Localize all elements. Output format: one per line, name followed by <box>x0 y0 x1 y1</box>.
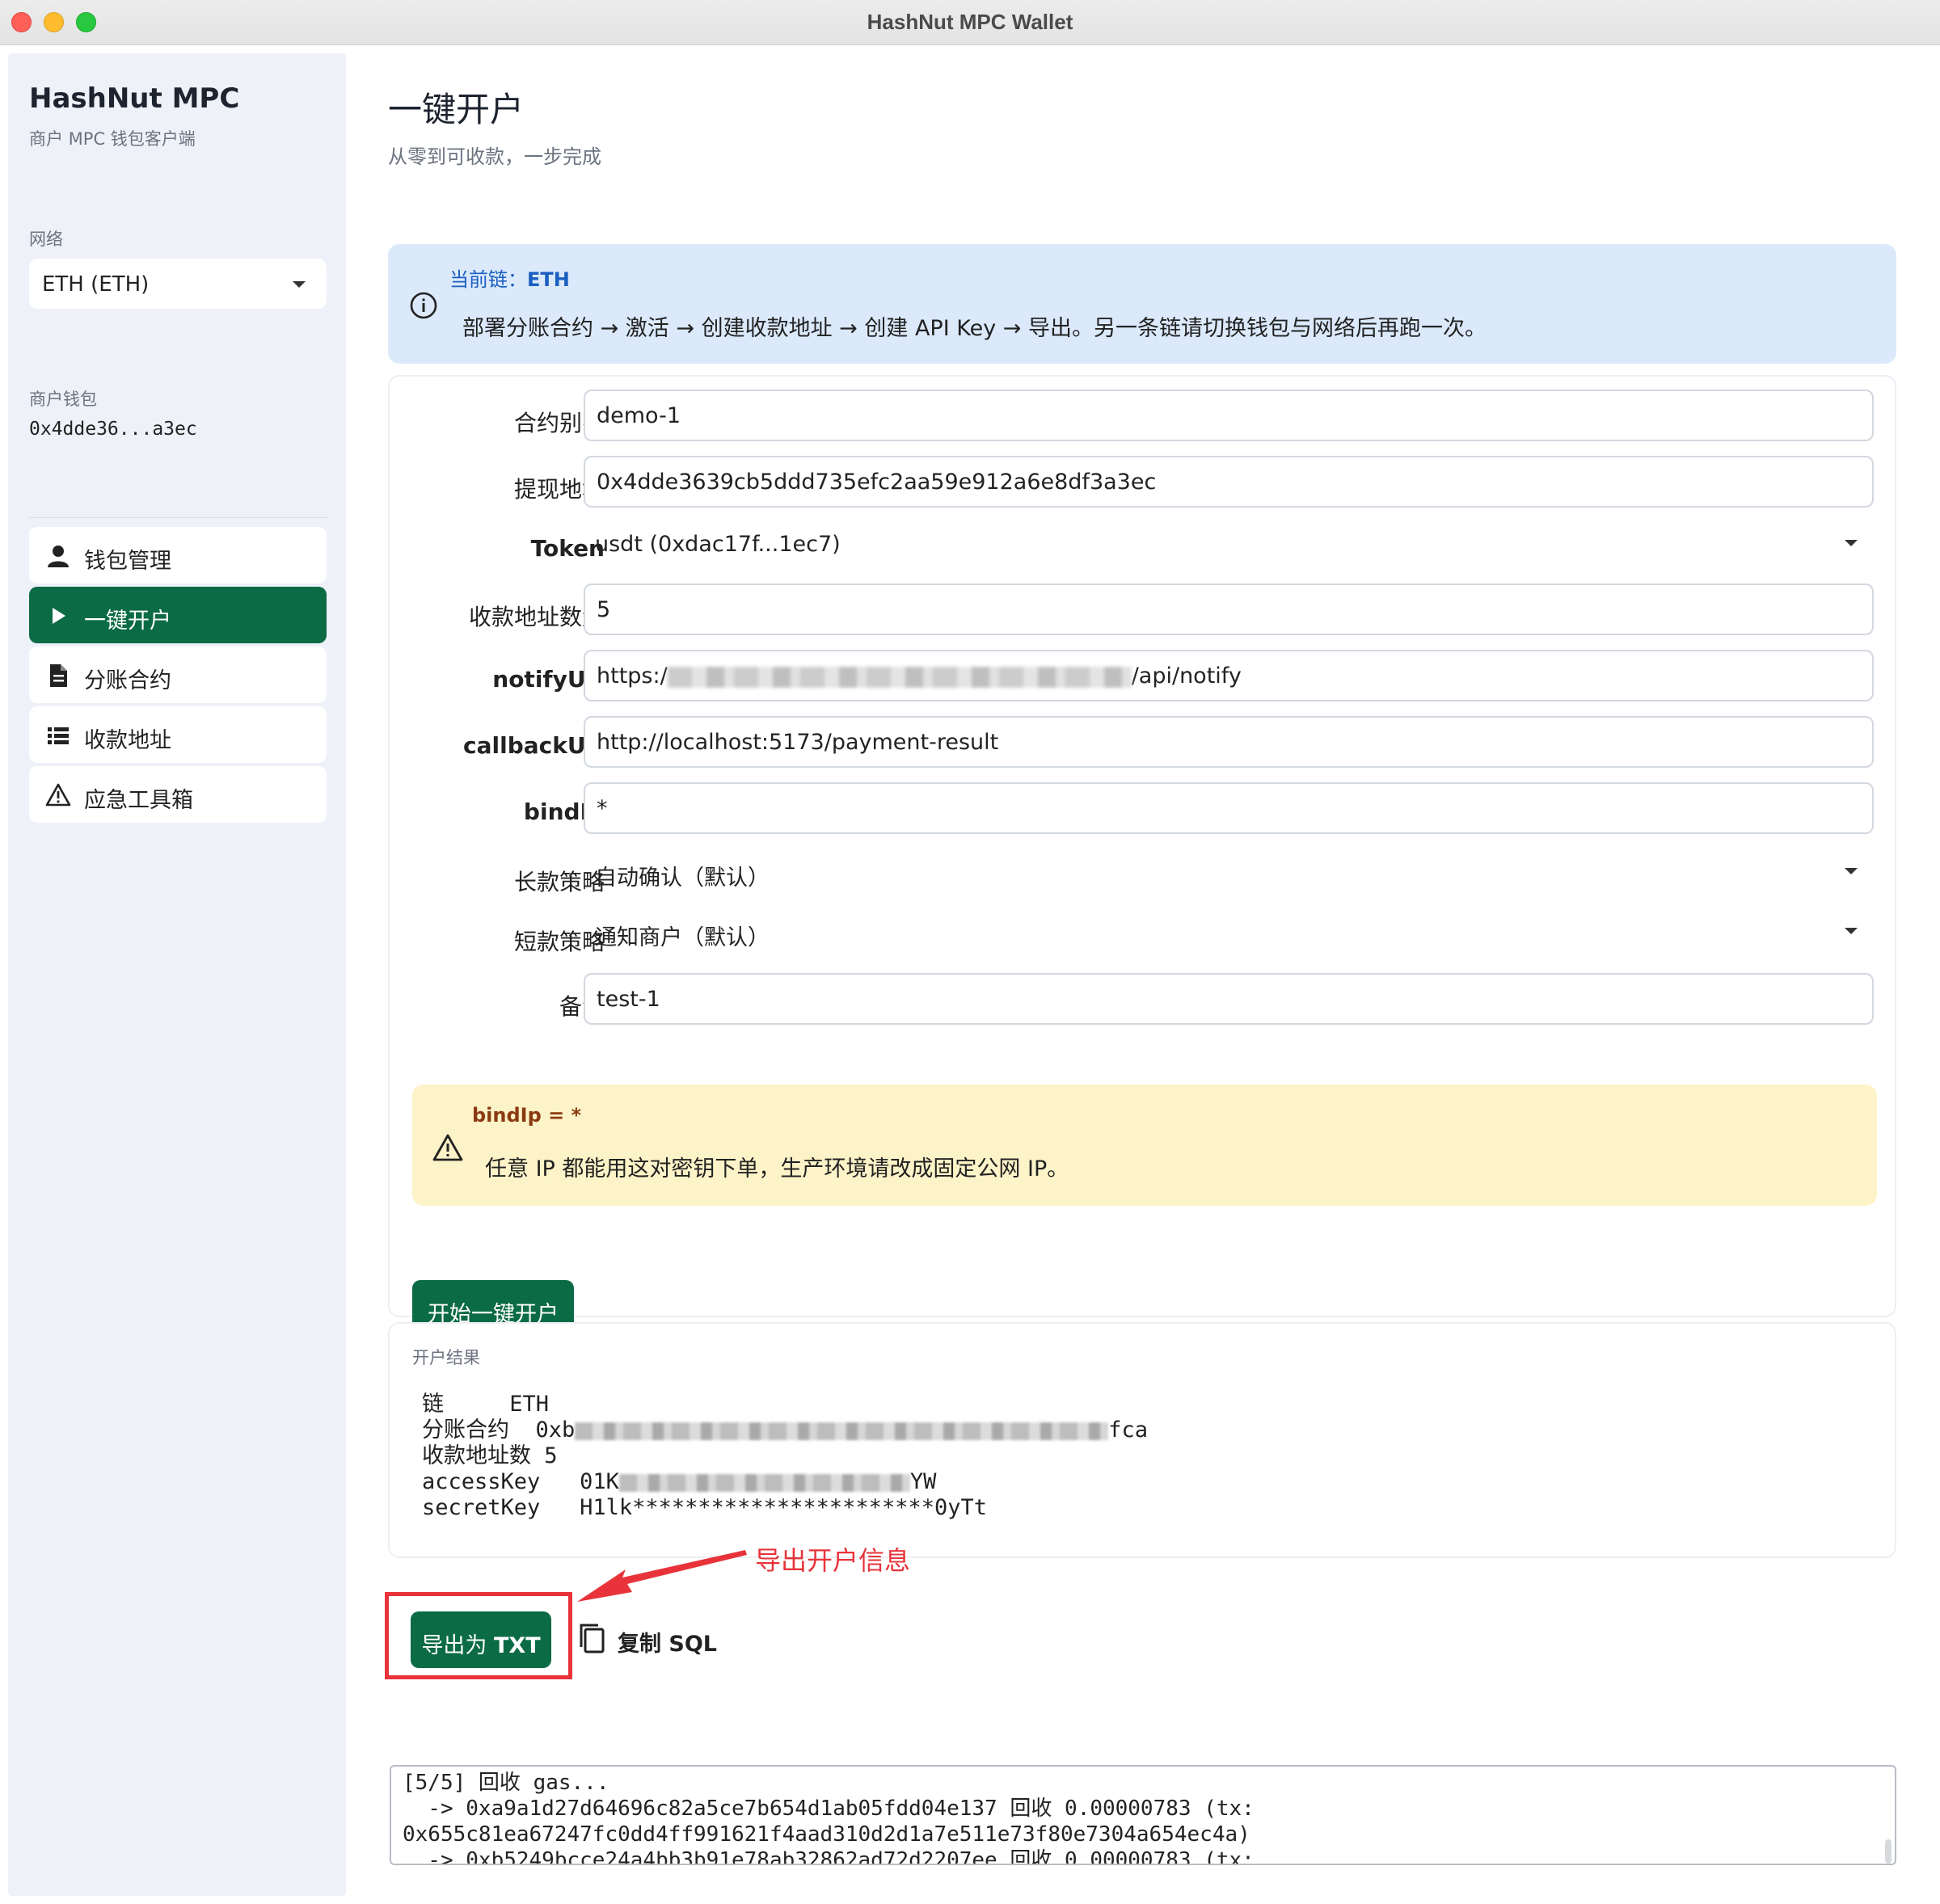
result-count-line: 收款地址数 5 <box>422 1443 558 1468</box>
list-icon <box>48 727 69 744</box>
bind-ip-warning: bindIp = * 任意 IP 都能用这对密钥下单，生产环境请改成固定公网 I… <box>412 1085 1877 1206</box>
copy-icon <box>580 1624 605 1653</box>
copy-sql-label: 复制 SQL <box>618 1632 718 1657</box>
info-icon <box>410 292 437 319</box>
log-line: -> 0xa9a1d27d64696c82a5ce7b654d1ab05fdd0… <box>403 1797 1255 1821</box>
warning-icon <box>45 783 71 807</box>
long-policy-value: 自动确认（默认） <box>595 866 770 891</box>
sidebar: HashNut MPC 商户 MPC 钱包客户端 网络 ETH (ETH) 商户… <box>8 53 346 1896</box>
short-policy-value: 通知商户（默认） <box>595 925 770 950</box>
log-line: 0x655c81ea67247fc0dd4ff991621f4aad310d2d… <box>403 1822 1250 1847</box>
withdraw-address-input[interactable]: 0x4dde3639cb5ddd735efc2aa59e912a6e8df3a3… <box>584 456 1874 508</box>
sidebar-item-payment-addresses[interactable]: 收款地址 <box>29 706 327 763</box>
sidebar-item-label: 应急工具箱 <box>84 788 193 813</box>
bind-ip-input[interactable]: * <box>584 782 1874 834</box>
warning-text: 任意 IP 都能用这对密钥下单，生产环境请改成固定公网 IP。 <box>485 1156 1069 1182</box>
network-label: 网络 <box>29 230 63 249</box>
result-contract-line: 分账合约 0xb fca <box>422 1417 1149 1443</box>
sidebar-item-wallet-management[interactable]: 钱包管理 <box>29 527 327 583</box>
result-chain-line: 链 ETH <box>422 1392 550 1417</box>
token-select[interactable]: usdt (0xdac17f...1ec7) <box>584 520 1874 569</box>
result-output: 链 ETH 分账合约 0xb fca 收款地址数 5 accessKey 01K YW se… <box>422 1392 1148 1521</box>
chevron-down-icon <box>1845 868 1858 874</box>
callback-url-input[interactable]: http://localhost:5173/payment-result <box>584 716 1874 768</box>
current-chain-label: 当前链：ETH <box>449 268 570 291</box>
app-window: HashNut MPC Wallet HashNut MPC 商户 MPC 钱包… <box>0 0 1940 1904</box>
short-policy-select[interactable]: 通知商户（默认） <box>584 908 1874 957</box>
open-account-form: 合约别名 demo-1 提现地址 0x4dde3639cb5ddd735efc2… <box>388 375 1896 1338</box>
warning-title: bindIp = * <box>472 1104 582 1127</box>
remark-input[interactable]: test-1 <box>584 973 1874 1025</box>
chevron-down-icon <box>1845 540 1858 546</box>
wallet-address: 0x4dde36...a3ec <box>29 419 197 440</box>
redacted-text <box>667 666 1132 688</box>
address-count-input[interactable]: 5 <box>584 583 1874 635</box>
user-icon <box>48 546 69 567</box>
page-subtitle: 从零到可收款，一步完成 <box>388 145 601 168</box>
result-secret-key-line: secretKey H1lk***********************0yT… <box>422 1495 987 1520</box>
annotation-highlight-box <box>385 1592 572 1679</box>
sidebar-item-split-contract[interactable]: 分账合约 <box>29 647 327 703</box>
wallet-label: 商户钱包 <box>29 390 97 409</box>
alias-input[interactable]: demo-1 <box>584 390 1874 441</box>
chain-info-banner: 当前链：ETH 部署分账合约 → 激活 → 创建收款地址 → 创建 API Ke… <box>388 244 1896 364</box>
page-title: 一键开户 <box>388 90 525 129</box>
log-output: [5/5] 回收 gas... -> 0xa9a1d27d64696c82a5c… <box>403 1770 1255 1865</box>
result-access-key-line: accessKey 01K YW <box>422 1469 937 1494</box>
chevron-down-icon <box>293 281 306 288</box>
notify-url-input[interactable]: https://api/notify <box>584 650 1874 701</box>
brand-title: HashNut MPC <box>29 82 240 115</box>
redacted-text <box>618 1473 910 1492</box>
annotation-arrow-icon <box>577 1550 747 1602</box>
sidebar-item-label: 一键开户 <box>84 609 171 634</box>
sidebar-item-label: 分账合约 <box>84 668 171 693</box>
brand-subtitle: 商户 MPC 钱包客户端 <box>29 129 196 149</box>
network-select-value: ETH (ETH) <box>42 272 150 297</box>
sidebar-item-label: 收款地址 <box>84 728 171 753</box>
result-label: 开户结果 <box>412 1348 480 1367</box>
result-panel: 开户结果 链 ETH 分账合约 0xb fca 收款地址数 5 accessKey 01… <box>388 1322 1896 1558</box>
sidebar-item-one-click-open[interactable]: 一键开户 <box>29 587 327 643</box>
current-chain-value: ETH <box>527 268 570 291</box>
sidebar-item-emergency-toolbox[interactable]: 应急工具箱 <box>29 766 327 823</box>
window-title: HashNut MPC Wallet <box>867 10 1073 34</box>
redacted-text <box>575 1422 1109 1440</box>
title-bar: HashNut MPC Wallet <box>0 0 1940 45</box>
chevron-down-icon <box>1845 928 1858 934</box>
sidebar-divider <box>29 517 327 518</box>
sidebar-item-label: 钱包管理 <box>84 549 171 574</box>
log-console[interactable]: [5/5] 回收 gas... -> 0xa9a1d27d64696c82a5c… <box>390 1765 1896 1865</box>
warning-icon <box>432 1134 463 1161</box>
document-icon <box>50 664 67 687</box>
play-icon <box>53 608 65 624</box>
chain-info-text: 部署分账合约 → 激活 → 创建收款地址 → 创建 API Key → 导出。另… <box>462 316 1487 341</box>
log-line: -> 0xb5249bcce24a4bb3b91e78ab32862ad72d2… <box>403 1848 1255 1865</box>
network-select[interactable]: ETH (ETH) <box>29 259 327 309</box>
token-select-value: usdt (0xdac17f...1ec7) <box>595 532 841 557</box>
copy-sql-button[interactable]: 复制 SQL <box>577 1621 717 1657</box>
log-line: [5/5] 回收 gas... <box>403 1771 609 1795</box>
annotation-text: 导出开户信息 <box>755 1545 911 1576</box>
log-scrollbar[interactable] <box>1885 1839 1892 1864</box>
long-policy-select[interactable]: 自动确认（默认） <box>584 849 1874 897</box>
